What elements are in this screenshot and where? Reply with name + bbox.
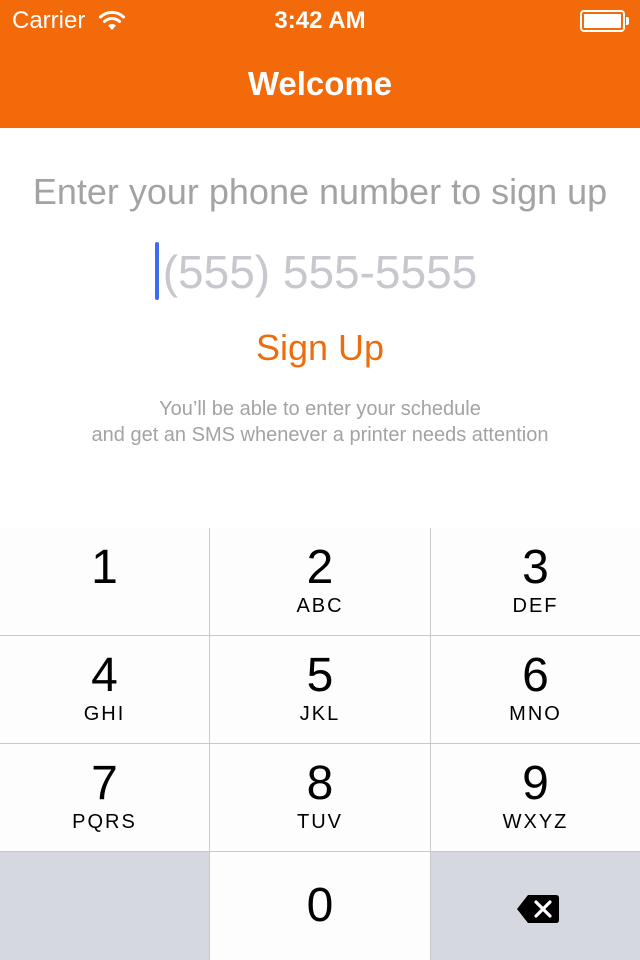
key-letters: TUV: [297, 811, 343, 833]
key-4[interactable]: 4 GHI: [0, 636, 209, 743]
key-letters: DEF: [512, 595, 559, 617]
status-bar: Carrier 3:42 AM: [0, 0, 640, 40]
key-6[interactable]: 6 MNO: [431, 636, 640, 743]
info-line-1: You’ll be able to enter your schedule: [159, 398, 481, 420]
info-line-2: and get an SMS whenever a printer needs …: [91, 424, 549, 446]
key-digit: 0: [306, 879, 334, 932]
signup-prompt: Enter your phone number to sign up: [32, 171, 608, 212]
sign-up-button[interactable]: Sign Up: [220, 322, 420, 374]
key-letters: WXYZ: [502, 811, 569, 833]
status-time: 3:42 AM: [274, 7, 366, 34]
key-digit: 6: [522, 649, 549, 702]
nav-title: Welcome: [247, 65, 393, 102]
key-7[interactable]: 7 PQRS: [0, 744, 209, 851]
info-text: You’ll be able to enter your schedule an…: [0, 396, 640, 448]
key-letters: ABC: [296, 595, 344, 617]
backspace-key[interactable]: [431, 852, 640, 960]
key-8[interactable]: 8 TUV: [210, 744, 430, 851]
key-digit: 2: [306, 541, 334, 594]
header: Carrier 3:42 AM Welcome: [0, 0, 640, 128]
key-digit: 9: [522, 757, 549, 810]
phone-input-container: [0, 240, 640, 304]
key-digit: 3: [522, 541, 549, 594]
backspace-icon: [517, 895, 559, 923]
signup-screen: Carrier 3:42 AM Welcome Enter your phone…: [0, 0, 640, 960]
key-digit: 4: [91, 649, 118, 702]
key-blank: [0, 852, 209, 960]
key-5[interactable]: 5 JKL: [210, 636, 430, 743]
key-1[interactable]: 1: [0, 528, 209, 635]
key-0[interactable]: 0: [210, 852, 430, 960]
phone-number-input[interactable]: [0, 240, 640, 304]
key-3[interactable]: 3 DEF: [431, 528, 640, 635]
key-digit: 7: [91, 757, 118, 810]
key-digit: 1: [91, 541, 118, 594]
battery-full-icon: [580, 10, 630, 32]
key-letters: PQRS: [72, 811, 137, 833]
numeric-keypad: 1 2 ABC 3 DEF 4 GHI 5 JKL 6 MNO 7 PQRS 8…: [0, 528, 640, 960]
key-9[interactable]: 9 WXYZ: [431, 744, 640, 851]
key-letters: MNO: [509, 703, 562, 725]
key-digit: 5: [306, 649, 334, 702]
key-digit: 8: [306, 757, 334, 810]
key-2[interactable]: 2 ABC: [210, 528, 430, 635]
key-letters: GHI: [83, 703, 126, 725]
key-letters: JKL: [299, 703, 341, 725]
